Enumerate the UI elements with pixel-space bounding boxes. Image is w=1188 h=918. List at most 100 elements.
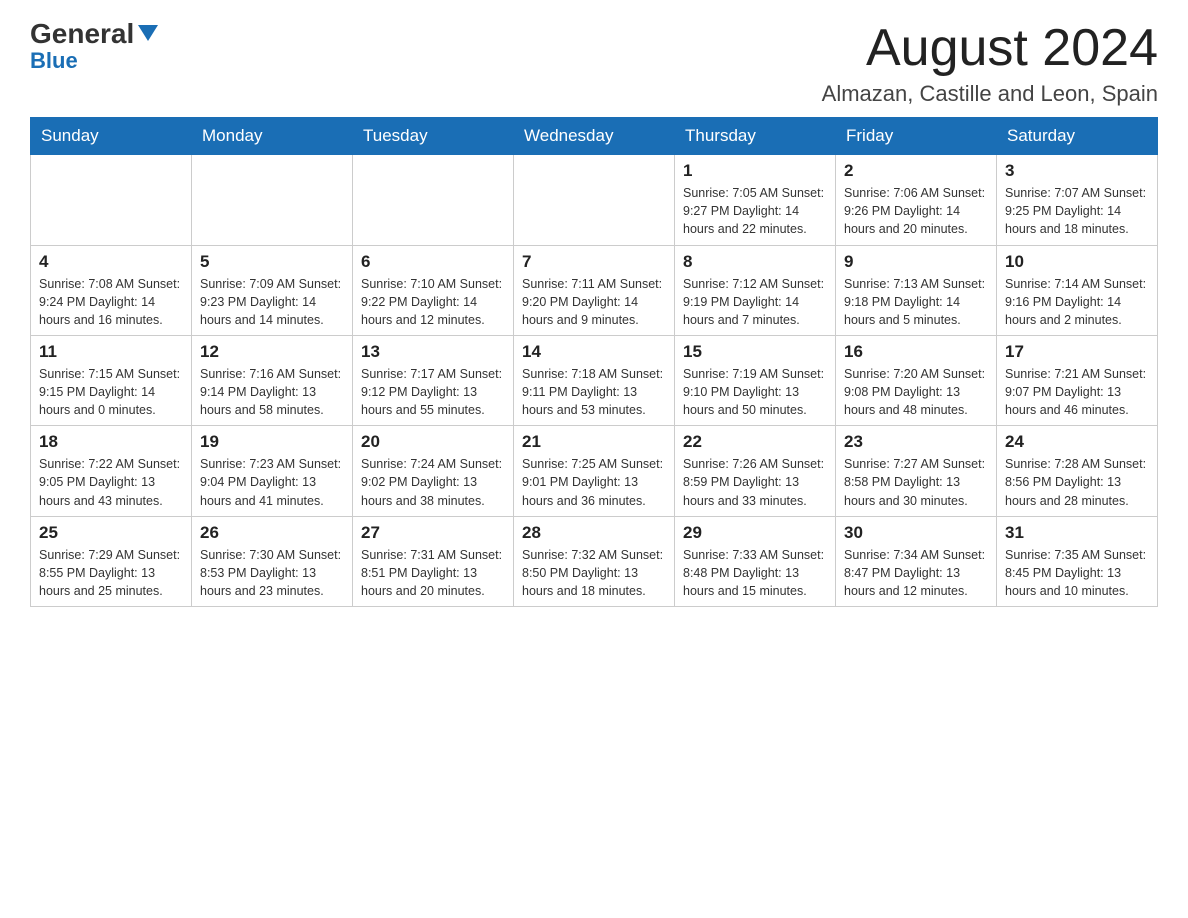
day-info: Sunrise: 7:14 AM Sunset: 9:16 PM Dayligh… xyxy=(1005,275,1149,329)
logo-triangle-icon xyxy=(138,25,158,41)
day-info: Sunrise: 7:17 AM Sunset: 9:12 PM Dayligh… xyxy=(361,365,505,419)
logo: General Blue xyxy=(30,20,158,74)
weekday-header-row: SundayMondayTuesdayWednesdayThursdayFrid… xyxy=(31,118,1158,155)
day-number: 6 xyxy=(361,252,505,272)
calendar-cell xyxy=(514,155,675,245)
day-info: Sunrise: 7:11 AM Sunset: 9:20 PM Dayligh… xyxy=(522,275,666,329)
day-info: Sunrise: 7:35 AM Sunset: 8:45 PM Dayligh… xyxy=(1005,546,1149,600)
day-info: Sunrise: 7:29 AM Sunset: 8:55 PM Dayligh… xyxy=(39,546,183,600)
calendar-cell: 28Sunrise: 7:32 AM Sunset: 8:50 PM Dayli… xyxy=(514,516,675,606)
day-number: 21 xyxy=(522,432,666,452)
calendar-cell: 17Sunrise: 7:21 AM Sunset: 9:07 PM Dayli… xyxy=(997,335,1158,425)
weekday-header-thursday: Thursday xyxy=(675,118,836,155)
calendar-cell: 19 Sunrise: 7:23 AM Sunset: 9:04 PM Dayli… xyxy=(192,426,353,516)
day-number: 15 xyxy=(683,342,827,362)
month-title: August 2024 xyxy=(822,20,1158,77)
calendar-cell: 3 Sunrise: 7:07 AM Sunset: 9:25 PM Daylig… xyxy=(997,155,1158,245)
calendar-cell: 24 Sunrise: 7:28 AM Sunset: 8:56 PM Dayli… xyxy=(997,426,1158,516)
day-info: Sunrise: 7:31 AM Sunset: 8:51 PM Dayligh… xyxy=(361,546,505,600)
logo-general-text: General xyxy=(30,20,134,48)
logo-blue-text: Blue xyxy=(30,48,78,74)
weekday-header-wednesday: Wednesday xyxy=(514,118,675,155)
calendar-cell: 12 Sunrise: 7:16 AM Sunset: 9:14 PM Dayli… xyxy=(192,335,353,425)
calendar-week-row: 25 Sunrise: 7:29 AM Sunset: 8:55 PM Dayli… xyxy=(31,516,1158,606)
day-number: 12 xyxy=(200,342,344,362)
day-info: Sunrise: 7:12 AM Sunset: 9:19 PM Dayligh… xyxy=(683,275,827,329)
day-info: Sunrise: 7:16 AM Sunset: 9:14 PM Dayligh… xyxy=(200,365,344,419)
calendar-week-row: 1 Sunrise: 7:05 AM Sunset: 9:27 PM Daylig… xyxy=(31,155,1158,245)
calendar-cell: 31 Sunrise: 7:35 AM Sunset: 8:45 PM Dayli… xyxy=(997,516,1158,606)
day-number: 13 xyxy=(361,342,505,362)
day-number: 7 xyxy=(522,252,666,272)
day-info: Sunrise: 7:10 AM Sunset: 9:22 PM Dayligh… xyxy=(361,275,505,329)
day-number: 24 xyxy=(1005,432,1149,452)
day-number: 30 xyxy=(844,523,988,543)
day-number: 3 xyxy=(1005,161,1149,181)
day-number: 27 xyxy=(361,523,505,543)
day-number: 26 xyxy=(200,523,344,543)
day-number: 22 xyxy=(683,432,827,452)
day-info: Sunrise: 7:22 AM Sunset: 9:05 PM Dayligh… xyxy=(39,455,183,509)
calendar-cell: 5Sunrise: 7:09 AM Sunset: 9:23 PM Daylig… xyxy=(192,245,353,335)
calendar-cell: 25 Sunrise: 7:29 AM Sunset: 8:55 PM Dayli… xyxy=(31,516,192,606)
calendar-week-row: 4Sunrise: 7:08 AM Sunset: 9:24 PM Daylig… xyxy=(31,245,1158,335)
day-info: Sunrise: 7:28 AM Sunset: 8:56 PM Dayligh… xyxy=(1005,455,1149,509)
weekday-header-friday: Friday xyxy=(836,118,997,155)
calendar-cell: 9 Sunrise: 7:13 AM Sunset: 9:18 PM Daylig… xyxy=(836,245,997,335)
calendar-cell: 1 Sunrise: 7:05 AM Sunset: 9:27 PM Daylig… xyxy=(675,155,836,245)
day-info: Sunrise: 7:15 AM Sunset: 9:15 PM Dayligh… xyxy=(39,365,183,419)
day-number: 18 xyxy=(39,432,183,452)
day-number: 1 xyxy=(683,161,827,181)
location-title: Almazan, Castille and Leon, Spain xyxy=(822,81,1158,107)
calendar-cell: 15 Sunrise: 7:19 AM Sunset: 9:10 PM Dayli… xyxy=(675,335,836,425)
weekday-header-sunday: Sunday xyxy=(31,118,192,155)
day-number: 16 xyxy=(844,342,988,362)
calendar-cell: 2 Sunrise: 7:06 AM Sunset: 9:26 PM Daylig… xyxy=(836,155,997,245)
day-number: 8 xyxy=(683,252,827,272)
calendar-cell: 23 Sunrise: 7:27 AM Sunset: 8:58 PM Dayli… xyxy=(836,426,997,516)
calendar-cell xyxy=(192,155,353,245)
calendar-cell: 13 Sunrise: 7:17 AM Sunset: 9:12 PM Dayli… xyxy=(353,335,514,425)
day-number: 19 xyxy=(200,432,344,452)
day-number: 23 xyxy=(844,432,988,452)
day-info: Sunrise: 7:08 AM Sunset: 9:24 PM Dayligh… xyxy=(39,275,183,329)
day-number: 5 xyxy=(200,252,344,272)
day-info: Sunrise: 7:30 AM Sunset: 8:53 PM Dayligh… xyxy=(200,546,344,600)
calendar-week-row: 11Sunrise: 7:15 AM Sunset: 9:15 PM Dayli… xyxy=(31,335,1158,425)
day-number: 14 xyxy=(522,342,666,362)
calendar-cell: 7 Sunrise: 7:11 AM Sunset: 9:20 PM Daylig… xyxy=(514,245,675,335)
day-number: 2 xyxy=(844,161,988,181)
calendar-cell: 16 Sunrise: 7:20 AM Sunset: 9:08 PM Dayli… xyxy=(836,335,997,425)
day-number: 31 xyxy=(1005,523,1149,543)
calendar-cell: 14 Sunrise: 7:18 AM Sunset: 9:11 PM Dayli… xyxy=(514,335,675,425)
calendar-cell: 8 Sunrise: 7:12 AM Sunset: 9:19 PM Daylig… xyxy=(675,245,836,335)
calendar-cell: 10Sunrise: 7:14 AM Sunset: 9:16 PM Dayli… xyxy=(997,245,1158,335)
day-info: Sunrise: 7:18 AM Sunset: 9:11 PM Dayligh… xyxy=(522,365,666,419)
weekday-header-saturday: Saturday xyxy=(997,118,1158,155)
day-info: Sunrise: 7:34 AM Sunset: 8:47 PM Dayligh… xyxy=(844,546,988,600)
day-info: Sunrise: 7:23 AM Sunset: 9:04 PM Dayligh… xyxy=(200,455,344,509)
day-info: Sunrise: 7:33 AM Sunset: 8:48 PM Dayligh… xyxy=(683,546,827,600)
day-info: Sunrise: 7:20 AM Sunset: 9:08 PM Dayligh… xyxy=(844,365,988,419)
calendar-week-row: 18 Sunrise: 7:22 AM Sunset: 9:05 PM Dayli… xyxy=(31,426,1158,516)
calendar-cell: 22 Sunrise: 7:26 AM Sunset: 8:59 PM Dayli… xyxy=(675,426,836,516)
calendar-cell: 29Sunrise: 7:33 AM Sunset: 8:48 PM Dayli… xyxy=(675,516,836,606)
day-number: 17 xyxy=(1005,342,1149,362)
calendar-cell: 26 Sunrise: 7:30 AM Sunset: 8:53 PM Dayli… xyxy=(192,516,353,606)
day-number: 25 xyxy=(39,523,183,543)
title-area: August 2024 Almazan, Castille and Leon, … xyxy=(822,20,1158,107)
day-info: Sunrise: 7:07 AM Sunset: 9:25 PM Dayligh… xyxy=(1005,184,1149,238)
day-info: Sunrise: 7:06 AM Sunset: 9:26 PM Dayligh… xyxy=(844,184,988,238)
day-info: Sunrise: 7:19 AM Sunset: 9:10 PM Dayligh… xyxy=(683,365,827,419)
day-number: 20 xyxy=(361,432,505,452)
day-info: Sunrise: 7:26 AM Sunset: 8:59 PM Dayligh… xyxy=(683,455,827,509)
calendar-table: SundayMondayTuesdayWednesdayThursdayFrid… xyxy=(30,117,1158,607)
weekday-header-monday: Monday xyxy=(192,118,353,155)
calendar-cell xyxy=(353,155,514,245)
calendar-cell: 6 Sunrise: 7:10 AM Sunset: 9:22 PM Daylig… xyxy=(353,245,514,335)
day-info: Sunrise: 7:05 AM Sunset: 9:27 PM Dayligh… xyxy=(683,184,827,238)
day-number: 9 xyxy=(844,252,988,272)
day-info: Sunrise: 7:13 AM Sunset: 9:18 PM Dayligh… xyxy=(844,275,988,329)
day-info: Sunrise: 7:27 AM Sunset: 8:58 PM Dayligh… xyxy=(844,455,988,509)
day-info: Sunrise: 7:24 AM Sunset: 9:02 PM Dayligh… xyxy=(361,455,505,509)
